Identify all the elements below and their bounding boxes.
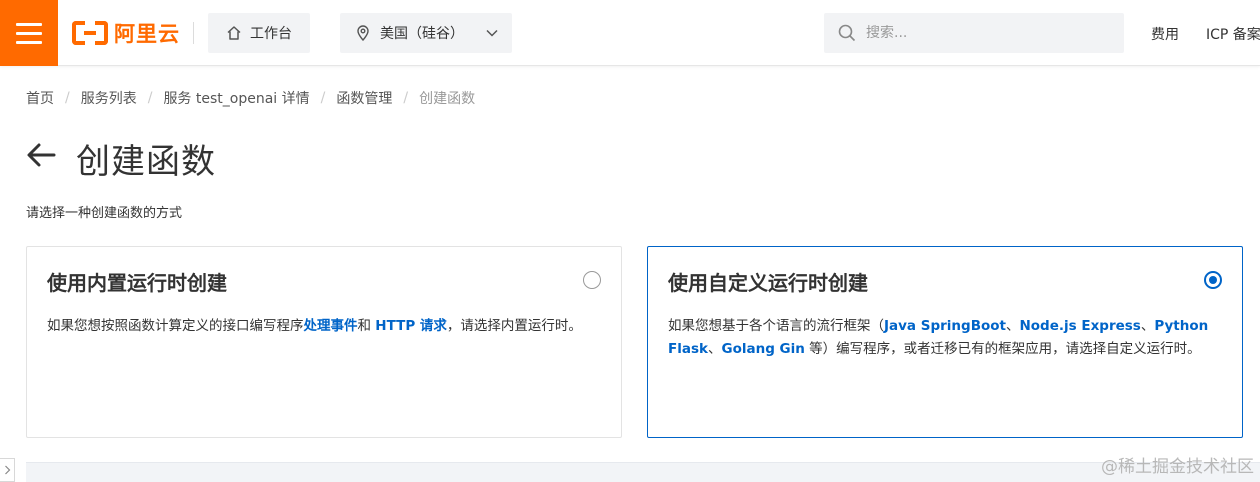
chevron-down-icon <box>486 29 498 37</box>
custom-runtime-radio[interactable] <box>1204 271 1222 289</box>
home-icon <box>227 26 241 40</box>
aliyun-logo-icon <box>72 21 108 45</box>
page-title: 创建函数 <box>76 142 216 182</box>
desc-text: 、 <box>707 341 722 357</box>
breadcrumb-service-list[interactable]: 服务列表 <box>81 88 137 108</box>
desc-text: 、 <box>1005 318 1020 334</box>
breadcrumb-current: 创建函数 <box>419 91 476 107</box>
option-description: 如果您想基于各个语言的流行框架（Java SpringBoot、Node.js … <box>668 315 1228 361</box>
region-label: 美国（硅谷） <box>380 26 464 42</box>
breadcrumb-separator: / <box>320 90 326 106</box>
breadcrumb: 首页 / 服务列表 / 服务 test_openai 详情 / 函数管理 / 创… <box>26 88 475 108</box>
http-request-link[interactable]: HTTP 请求 <box>375 318 447 334</box>
breadcrumb-separator: / <box>403 90 409 106</box>
workbench-button[interactable]: 工作台 <box>208 13 310 53</box>
java-springboot-link[interactable]: Java SpringBoot <box>884 318 1006 334</box>
back-arrow-icon[interactable] <box>26 142 56 168</box>
event-handling-link[interactable]: 处理事件 <box>304 318 358 334</box>
workbench-label: 工作台 <box>250 26 292 42</box>
top-nav-bar: 阿里云 工作台 美国（硅谷） 费用 ICP 备案 <box>0 0 1260 66</box>
option-description: 如果您想按照函数计算定义的接口编写程序处理事件和 HTTP 请求，请选择内置运行… <box>47 315 607 338</box>
search-input[interactable] <box>866 25 1106 41</box>
search-box[interactable] <box>824 13 1124 53</box>
desc-text: 如果您想按照函数计算定义的接口编写程序 <box>47 318 304 334</box>
header-divider <box>193 22 194 44</box>
breadcrumb-function-management[interactable]: 函数管理 <box>336 88 392 108</box>
option-title: 使用自定义运行时创建 <box>668 271 868 295</box>
sidebar-toggle[interactable] <box>0 458 15 482</box>
desc-text: 等）编写程序，或者迁移已有的框架应用，请选择自定义运行时。 <box>804 341 1201 357</box>
builtin-runtime-option-card[interactable]: 使用内置运行时创建 如果您想按照函数计算定义的接口编写程序处理事件和 HTTP … <box>26 246 622 438</box>
next-section-panel <box>26 462 1260 482</box>
desc-text: 如果您想基于各个语言的流行框架（ <box>668 318 884 334</box>
breadcrumb-separator: / <box>65 90 70 106</box>
golang-gin-link[interactable]: Golang Gin <box>721 341 804 357</box>
desc-text: 、 <box>1140 318 1155 334</box>
desc-text: ，请选择内置运行时。 <box>446 318 582 334</box>
hamburger-menu-icon[interactable] <box>0 0 58 66</box>
aliyun-logo[interactable]: 阿里云 <box>72 19 180 47</box>
nav-fees-link[interactable]: 费用 <box>1151 24 1179 44</box>
option-title: 使用内置运行时创建 <box>47 271 227 295</box>
page-subtitle: 请选择一种创建函数的方式 <box>26 206 183 221</box>
desc-text: 和 <box>357 318 376 334</box>
location-pin-icon <box>357 25 369 41</box>
nav-icp-link[interactable]: ICP 备案 <box>1206 24 1260 44</box>
builtin-runtime-radio[interactable] <box>583 271 601 289</box>
region-selector[interactable]: 美国（硅谷） <box>340 13 512 53</box>
breadcrumb-home[interactable]: 首页 <box>26 88 54 108</box>
search-icon <box>838 24 856 42</box>
breadcrumb-separator: / <box>147 90 153 106</box>
watermark: @稀土掘金技术社区 <box>1101 457 1254 477</box>
nodejs-express-link[interactable]: Node.js Express <box>1019 318 1140 334</box>
breadcrumb-service-detail[interactable]: 服务 test_openai 详情 <box>163 88 309 108</box>
chevron-right-icon <box>4 465 10 475</box>
logo-text: 阿里云 <box>114 22 180 46</box>
custom-runtime-option-card[interactable]: 使用自定义运行时创建 如果您想基于各个语言的流行框架（Java SpringBo… <box>647 246 1243 438</box>
